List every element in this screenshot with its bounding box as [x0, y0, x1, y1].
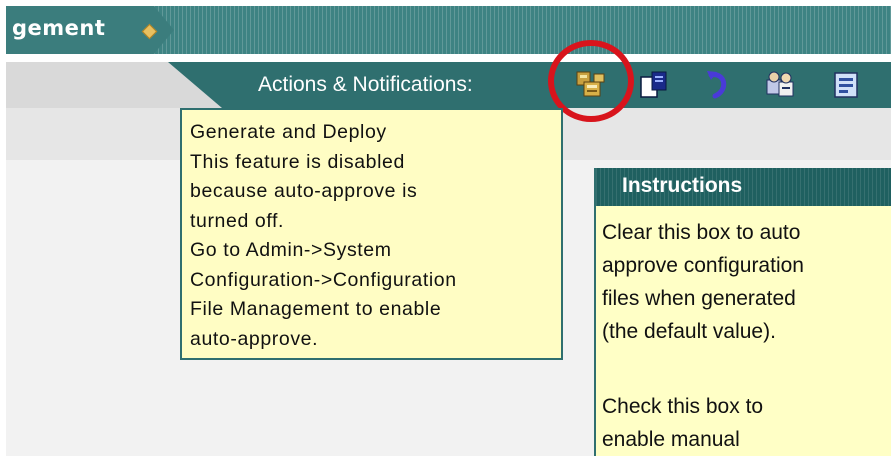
instructions-line: enable manual	[602, 428, 740, 451]
page-title: gement	[12, 16, 106, 40]
instructions-body: Clear this box to auto approve configura…	[602, 216, 888, 456]
refresh-icon[interactable]	[701, 68, 735, 102]
instructions-line: Clear this box to auto	[602, 221, 801, 244]
instructions-line: Check this box to	[602, 395, 764, 418]
tooltip-line: Configuration->Configuration	[190, 268, 457, 291]
tooltip-line: Go to Admin->System	[190, 239, 392, 261]
bottom-edge	[0, 456, 891, 462]
generate-deploy-icon[interactable]	[574, 68, 608, 102]
title-bar: gement	[0, 0, 891, 62]
instructions-line: files when generated	[602, 287, 796, 310]
instructions-panel: Instructions Clear this box to auto appr…	[594, 168, 891, 462]
tooltip-line: turned off.	[190, 209, 285, 232]
tooltip-title: Generate and Deploy	[190, 121, 387, 143]
users-config-icon[interactable]	[763, 68, 797, 102]
actions-label: Actions & Notifications:	[258, 73, 473, 96]
tooltip-line: This feature is disabled	[190, 150, 405, 173]
tooltip-line: because auto-approve is	[190, 180, 418, 202]
instructions-line: approve configuration	[602, 254, 804, 277]
instructions-title: Instructions	[622, 174, 743, 197]
title-strip: gement	[6, 6, 891, 54]
title-tab[interactable]: gement	[6, 6, 174, 54]
tooltip: Generate and Deploy This feature is disa…	[180, 108, 563, 360]
instructions-line: (the default value).	[602, 320, 776, 343]
screen: gement Actions & Notifications: Generate…	[0, 0, 891, 462]
diamond-icon	[141, 23, 158, 40]
tooltip-line: File Management to enable	[190, 298, 442, 320]
instructions-header: Instructions	[596, 168, 891, 206]
document-export-icon[interactable]	[637, 68, 671, 102]
actions-row: Actions & Notifications:	[0, 62, 891, 108]
report-icon[interactable]	[829, 68, 863, 102]
tooltip-line: auto-approve.	[190, 327, 319, 350]
